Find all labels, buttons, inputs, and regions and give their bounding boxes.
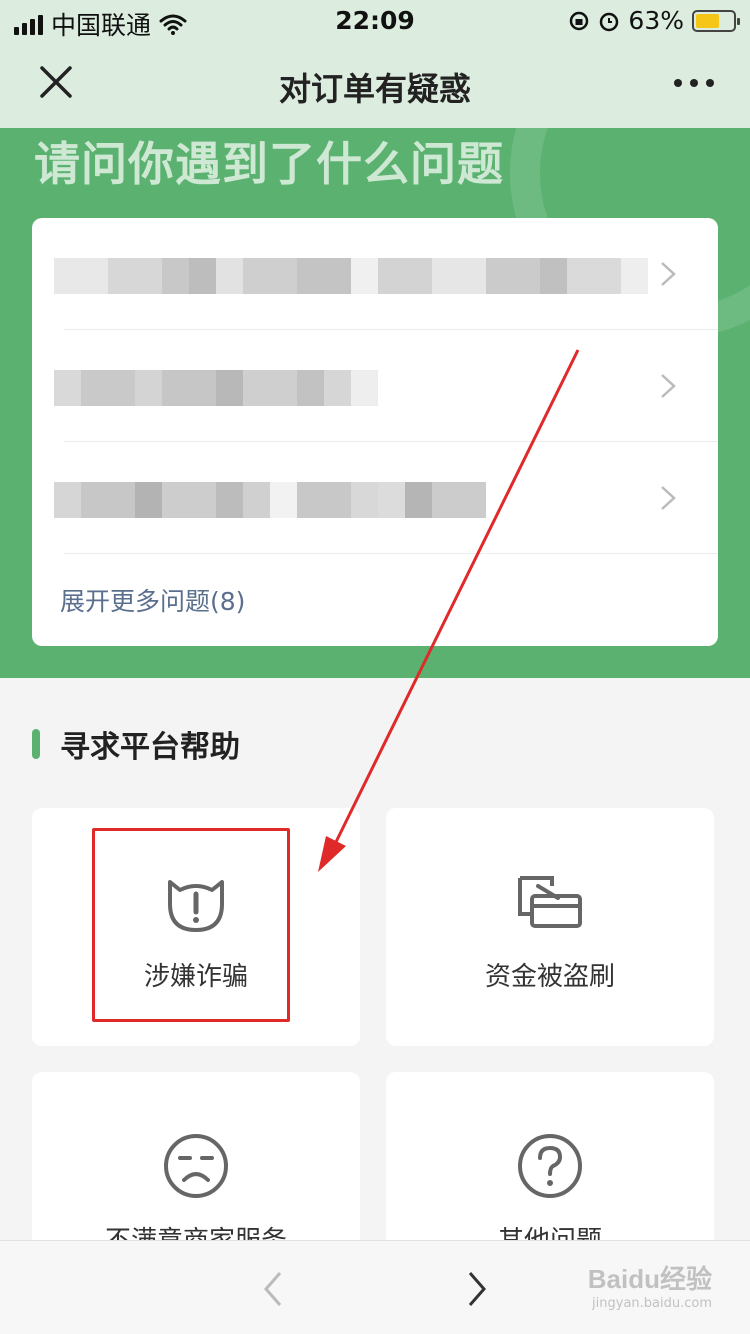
question-item[interactable] [32, 442, 718, 554]
blurred-text [54, 370, 378, 406]
chevron-right-icon [661, 374, 676, 398]
forward-arrow-icon[interactable] [460, 1269, 492, 1309]
warning-cat-icon [168, 880, 224, 932]
blurred-text [54, 482, 486, 518]
battery-percent: 63% [628, 6, 684, 35]
alarm-icon [600, 12, 619, 31]
nav-bar: 对订单有疑惑 [0, 42, 750, 128]
more-dot [706, 79, 714, 87]
more-dot [690, 79, 698, 87]
tile-label: 涉嫌诈骗 [143, 962, 248, 992]
help-section-header: 寻求平台帮助 [32, 722, 240, 766]
page-title: 对订单有疑惑 [278, 70, 471, 108]
question-circle-icon [518, 1134, 582, 1198]
bottom-navigation: Baidu经验 jingyan.baidu.com [0, 1240, 750, 1334]
status-bar: 中国联通 22:09 63% [0, 0, 750, 42]
tile-label: 资金被盗刷 [484, 962, 615, 992]
question-item[interactable] [32, 330, 718, 442]
row-divider [64, 553, 718, 554]
expand-more-questions-link[interactable]: 展开更多问题(8) [60, 582, 245, 618]
rotation-lock-icon [570, 11, 589, 30]
help-tile-stolen-funds[interactable]: 资金被盗刷 [386, 808, 714, 1046]
back-arrow-icon[interactable] [258, 1269, 290, 1309]
baidu-watermark: Baidu经验 jingyan.baidu.com [588, 1259, 712, 1311]
help-section-title: 寻求平台帮助 [60, 730, 240, 765]
battery-icon [692, 9, 740, 32]
section-accent-bar [32, 729, 40, 759]
status-right: 63% [568, 6, 740, 35]
blurred-text [54, 258, 648, 294]
chevron-right-icon [661, 262, 676, 286]
question-item[interactable] [32, 218, 718, 330]
chevron-right-icon [661, 486, 676, 510]
help-tile-fraud[interactable]: 涉嫌诈骗 [32, 808, 360, 1046]
question-card: 展开更多问题(8) [32, 218, 718, 646]
sad-face-icon [164, 1134, 228, 1198]
card-swipe-icon [518, 876, 582, 928]
more-dot [674, 79, 682, 87]
hero-headline: 请问你遇到了什么问题 [34, 137, 504, 191]
more-options-button[interactable] [674, 66, 714, 100]
watermark-url: jingyan.baidu.com [592, 1296, 712, 1311]
watermark-brand: Baidu经验 [587, 1264, 712, 1294]
